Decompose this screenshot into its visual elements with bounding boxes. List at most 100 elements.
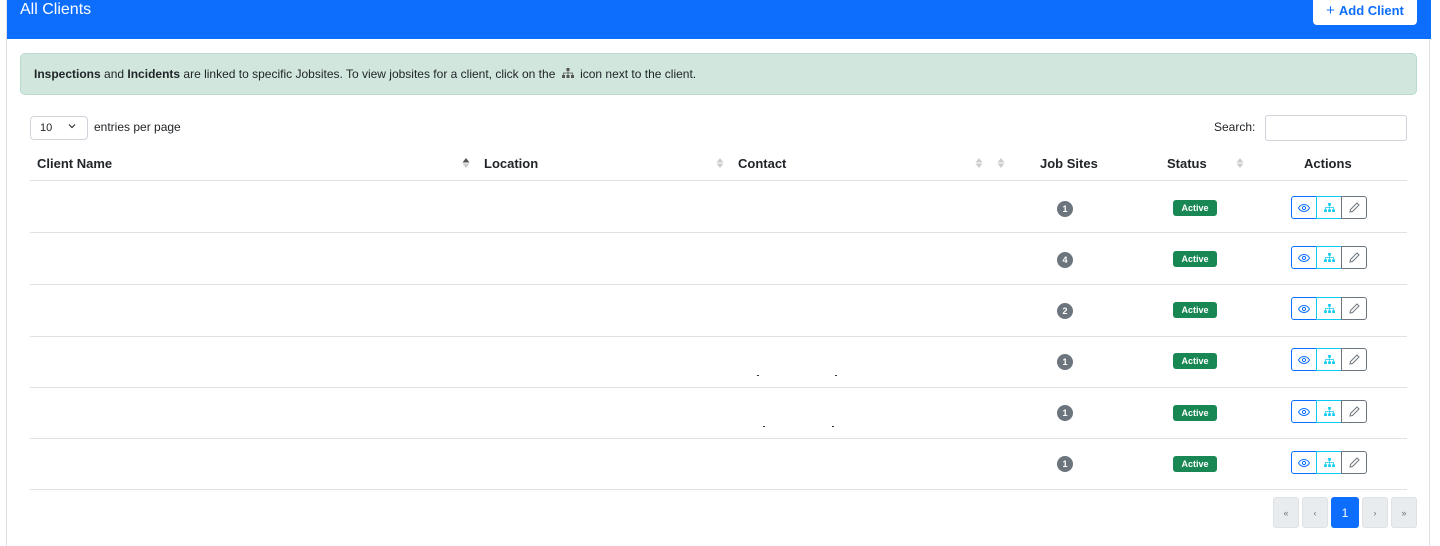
table-row: 4 Active [30, 233, 1407, 285]
pencil-icon [1348, 202, 1360, 213]
jobsites-button[interactable] [1316, 246, 1342, 269]
info-alert: Inspections and Incidents are linked to … [20, 53, 1417, 95]
view-button[interactable] [1291, 348, 1317, 371]
row-actions [1291, 451, 1369, 474]
pagination: « ‹ 1 › » [1273, 497, 1420, 528]
row-actions [1291, 400, 1369, 423]
chevron-down-icon [67, 121, 77, 134]
view-button[interactable] [1291, 451, 1317, 474]
column-header-client-name[interactable]: Client Name [37, 156, 112, 171]
pencil-icon [1348, 354, 1360, 365]
table-header: Client Name Location Contact Job Sites S… [30, 150, 1407, 181]
jobsites-button[interactable] [1316, 196, 1342, 219]
entries-per-page-label: entries per page [94, 120, 181, 134]
job-sites-count-badge: 4 [1057, 252, 1073, 268]
row-actions [1291, 246, 1369, 269]
view-button[interactable] [1291, 196, 1317, 219]
add-client-label: Add Client [1338, 3, 1404, 18]
edit-button[interactable] [1341, 297, 1367, 320]
column-header-location[interactable]: Location [484, 156, 538, 171]
plus-icon: + [1326, 2, 1335, 19]
sort-icon[interactable] [1236, 157, 1244, 169]
jobsites-button[interactable] [1316, 400, 1342, 423]
edit-button[interactable] [1341, 246, 1367, 269]
view-button[interactable] [1291, 400, 1317, 423]
eye-icon [1298, 304, 1310, 313]
status-badge: Active [1173, 353, 1217, 369]
entries-per-page-select[interactable]: 10 [30, 116, 88, 140]
eye-icon [1298, 203, 1310, 212]
prev-page-button[interactable]: ‹ [1302, 497, 1328, 528]
edit-button[interactable] [1341, 196, 1367, 219]
card-header: All Clients + Add Client [7, 0, 1431, 39]
contact-mark [835, 375, 837, 376]
search-input[interactable] [1265, 115, 1407, 141]
table-row: 1 Active [30, 181, 1407, 233]
eye-icon [1298, 458, 1310, 467]
sort-asc-icon[interactable] [462, 157, 470, 169]
jobsites-button[interactable] [1316, 451, 1342, 474]
row-actions [1291, 348, 1369, 371]
sort-icon[interactable] [975, 157, 983, 169]
column-header-contact[interactable]: Contact [738, 156, 786, 171]
sitemap-icon [1323, 203, 1335, 212]
sitemap-icon [1323, 304, 1335, 313]
table-row: 1 Active [30, 387, 1407, 439]
first-page-button[interactable]: « [1273, 497, 1299, 528]
sitemap-icon [1323, 407, 1335, 416]
sort-icon[interactable] [716, 157, 724, 169]
sort-icon[interactable] [997, 157, 1005, 169]
column-header-status[interactable]: Status [1167, 156, 1207, 171]
contact-mark [763, 426, 765, 427]
page-title: All Clients [20, 1, 92, 18]
column-header-job-sites[interactable]: Job Sites [1040, 156, 1098, 171]
pencil-icon [1348, 406, 1360, 417]
row-actions [1291, 297, 1369, 320]
page-1-button[interactable]: 1 [1331, 497, 1359, 528]
jobsites-button[interactable] [1316, 297, 1342, 320]
pencil-icon [1348, 457, 1360, 468]
status-badge: Active [1173, 302, 1217, 318]
contact-mark [757, 375, 759, 376]
clients-card: All Clients + Add Client Inspections and… [6, 0, 1431, 546]
job-sites-count-badge: 2 [1057, 303, 1073, 319]
table-row: 2 Active [30, 285, 1407, 337]
alert-text-3: icon next to the client. [580, 67, 697, 81]
search-label: Search: [1214, 120, 1256, 134]
jobsites-button[interactable] [1316, 348, 1342, 371]
pencil-icon [1348, 303, 1360, 314]
sitemap-icon [1323, 458, 1335, 467]
sitemap-icon [1323, 253, 1335, 262]
row-actions [1291, 196, 1369, 219]
alert-text-2: are linked to specific Jobsites. To view… [180, 67, 556, 81]
eye-icon [1298, 355, 1310, 364]
alert-bold-incidents: Incidents [127, 67, 181, 81]
sitemap-icon [561, 67, 574, 81]
status-badge: Active [1173, 456, 1217, 472]
eye-icon [1298, 407, 1310, 416]
job-sites-count-badge: 1 [1057, 456, 1073, 472]
column-header-actions: Actions [1304, 156, 1352, 171]
status-badge: Active [1173, 405, 1217, 421]
sitemap-icon [1323, 355, 1335, 364]
pencil-icon [1348, 252, 1360, 263]
edit-button[interactable] [1341, 451, 1367, 474]
job-sites-count-badge: 1 [1057, 354, 1073, 370]
view-button[interactable] [1291, 246, 1317, 269]
status-badge: Active [1173, 251, 1217, 267]
job-sites-count-badge: 1 [1057, 405, 1073, 421]
add-client-button[interactable]: + Add Client [1313, 0, 1417, 25]
edit-button[interactable] [1341, 400, 1367, 423]
contact-mark [832, 426, 834, 427]
alert-bold-inspections: Inspections [34, 67, 101, 81]
table-row: 1 Active [30, 336, 1407, 388]
status-badge: Active [1173, 200, 1217, 216]
last-page-button[interactable]: » [1391, 497, 1417, 528]
next-page-button[interactable]: › [1362, 497, 1388, 528]
alert-text-1: and [100, 67, 128, 81]
entries-value: 10 [40, 122, 53, 134]
job-sites-count-badge: 1 [1057, 201, 1073, 217]
edit-button[interactable] [1341, 348, 1367, 371]
table-row: 1 Active [30, 438, 1407, 490]
view-button[interactable] [1291, 297, 1317, 320]
